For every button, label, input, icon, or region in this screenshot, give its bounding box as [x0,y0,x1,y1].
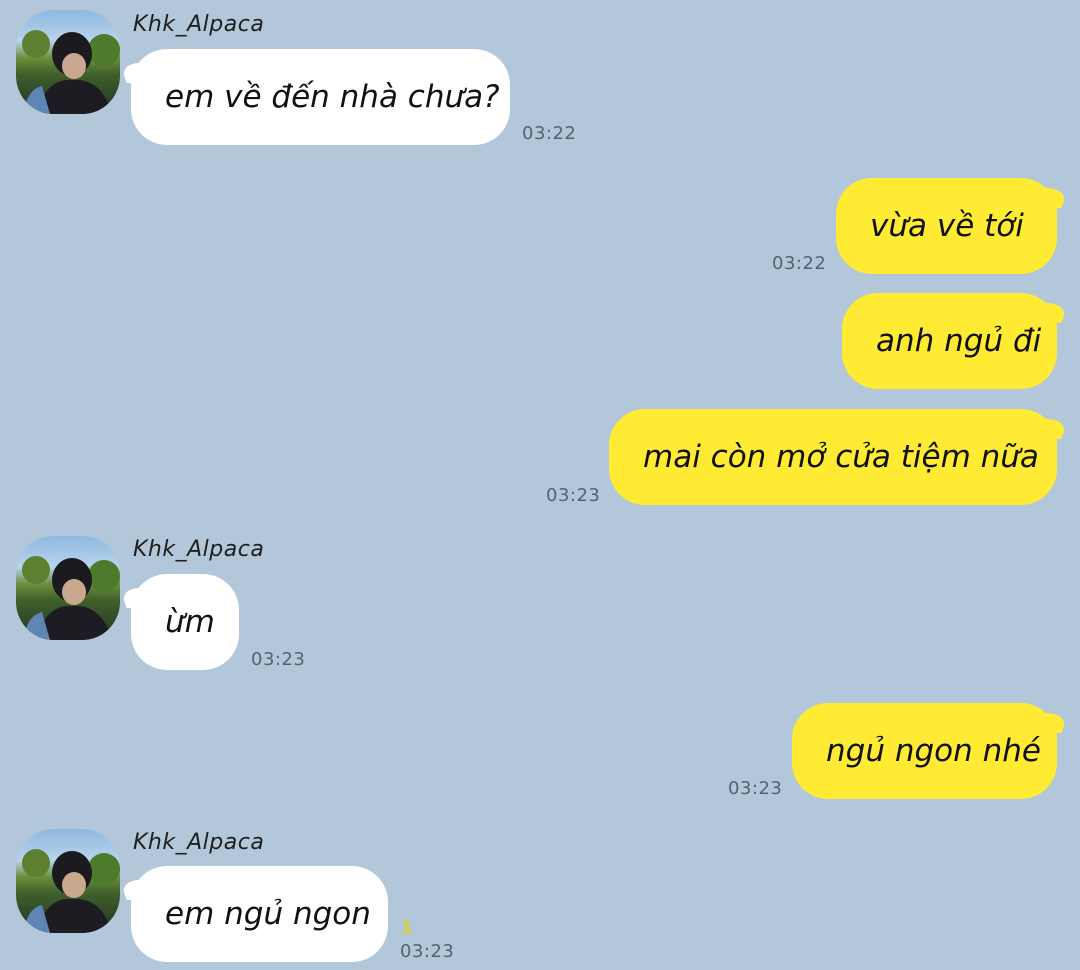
message-text: mai còn mở cửa tiệm nữa [643,439,1039,475]
outgoing-message-bubble[interactable]: anh ngủ đi [842,293,1057,389]
message-text: em ngủ ngon [165,896,371,932]
contact-avatar[interactable] [16,536,120,640]
message-text: anh ngủ đi [876,323,1042,359]
message-time: 03:23 [546,485,601,506]
incoming-message-bubble[interactable]: em ngủ ngon [131,866,388,962]
message-time: 03:22 [522,123,577,144]
message-text: ngủ ngon nhé [826,733,1041,769]
message-text: em về đến nhà chưa? [165,79,500,115]
message-text: vừa về tới [870,208,1024,244]
sender-name: Khk_Alpaca [133,830,265,855]
contact-avatar[interactable] [16,829,120,933]
message-time: 03:23 [251,649,306,670]
message-time: 03:23 [728,778,783,799]
avatar-photo-icon [22,556,120,640]
outgoing-message-bubble[interactable]: vừa về tới [836,178,1057,274]
message-text: ừm [165,604,215,640]
avatar-photo-icon [22,849,120,933]
sender-name: Khk_Alpaca [133,12,265,37]
message-time: 03:23 [400,941,455,962]
unread-count: 1 [401,918,413,938]
contact-avatar[interactable] [16,10,120,114]
chat-thread: Khk_Alpaca em về đến nhà chưa? 03:22 vừa… [0,0,1080,970]
outgoing-message-bubble[interactable]: ngủ ngon nhé [792,703,1057,799]
message-time: 03:22 [772,253,827,274]
incoming-message-bubble[interactable]: ừm [131,574,239,670]
sender-name: Khk_Alpaca [133,537,265,562]
avatar-photo-icon [22,30,120,114]
outgoing-message-bubble[interactable]: mai còn mở cửa tiệm nữa [609,409,1057,505]
incoming-message-bubble[interactable]: em về đến nhà chưa? [131,49,510,145]
